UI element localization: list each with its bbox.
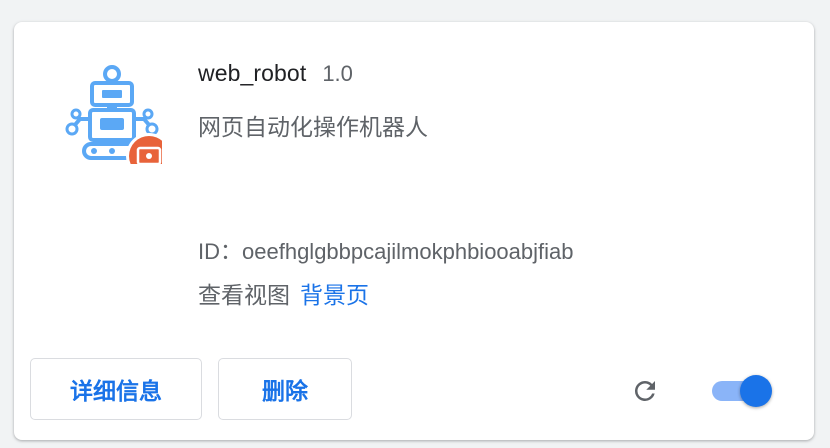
enable-toggle[interactable]	[712, 374, 774, 408]
extension-version: 1.0	[322, 61, 353, 86]
inspect-views-label: 查看视图	[198, 282, 290, 308]
extension-description: 网页自动化操作机器人	[198, 114, 428, 140]
extension-card: web_robot 1.0 网页自动化操作机器人 ID： oeefhglgbbp…	[14, 22, 814, 440]
unpacked-badge-icon	[126, 133, 162, 164]
robot-icon	[65, 65, 162, 164]
background-page-link[interactable]: 背景页	[300, 276, 369, 310]
extension-name: web_robot	[198, 60, 307, 86]
extension-id: oeefhglgbbpcajilmokphbiooabjfiab	[242, 239, 574, 264]
card-footer: 详细信息 删除	[14, 344, 814, 440]
extension-title-row: web_robot 1.0	[198, 60, 353, 88]
extension-id-row: ID： oeefhglgbbpcajilmokphbiooabjfiab	[198, 234, 574, 266]
details-button[interactable]: 详细信息	[30, 358, 202, 420]
toggle-knob	[740, 375, 772, 407]
reload-icon[interactable]	[626, 372, 664, 410]
id-label: ID：	[198, 239, 243, 264]
remove-button[interactable]: 删除	[218, 358, 352, 420]
inspect-views-row: 查看视图 背景页	[198, 276, 369, 310]
